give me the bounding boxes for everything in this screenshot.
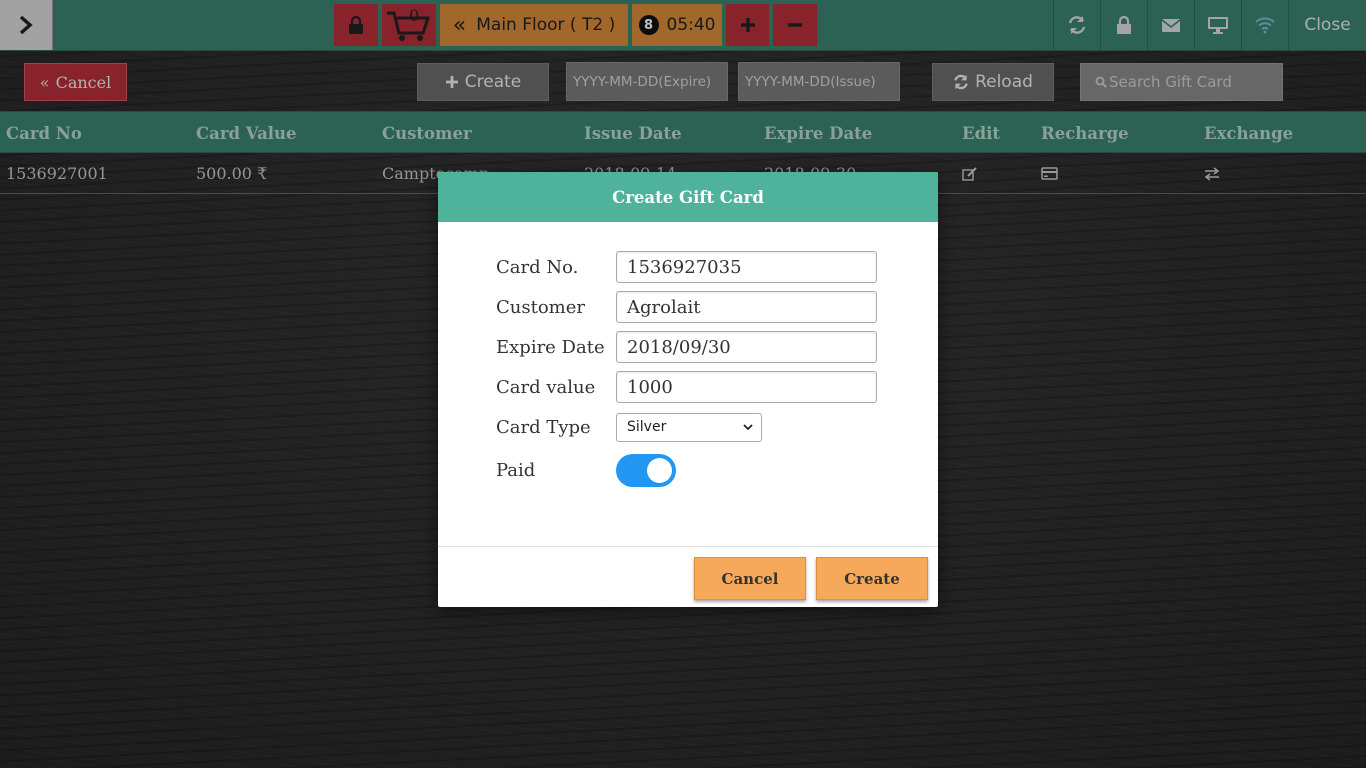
paid-toggle[interactable]: [616, 454, 676, 487]
dialog-title: Create Gift Card: [438, 172, 938, 222]
customer-label: Customer: [496, 296, 585, 318]
card-value-row: Card value 1000: [496, 371, 877, 403]
card-type-value: Silver: [627, 419, 667, 435]
card-no-field[interactable]: 1536927035: [616, 251, 877, 283]
paid-label: Paid: [496, 460, 536, 481]
card-type-label: Card Type: [496, 416, 591, 438]
customer-field[interactable]: Agrolait: [616, 291, 877, 323]
toggle-knob: [647, 458, 672, 483]
create-gift-card-dialog: Create Gift Card Card No. 1536927035 Cus…: [438, 172, 938, 607]
chevron-down-icon: [743, 423, 753, 430]
card-value-field[interactable]: 1000: [616, 371, 877, 403]
expire-date-field[interactable]: 2018/09/30: [616, 331, 877, 363]
paid-row: Paid: [496, 454, 676, 487]
dialog-cancel-button[interactable]: Cancel: [694, 557, 806, 600]
customer-row: Customer Agrolait: [496, 291, 877, 323]
card-no-label: Card No.: [496, 256, 579, 278]
card-type-select[interactable]: Silver: [616, 412, 762, 442]
expire-date-label: Expire Date: [496, 336, 605, 358]
expire-date-row: Expire Date 2018/09/30: [496, 331, 877, 363]
card-value-label: Card value: [496, 376, 596, 398]
dialog-create-button[interactable]: Create: [816, 557, 928, 600]
dialog-divider: [438, 546, 938, 547]
card-no-row: Card No. 1536927035: [496, 251, 877, 283]
card-type-row: Card Type Silver: [496, 411, 762, 443]
